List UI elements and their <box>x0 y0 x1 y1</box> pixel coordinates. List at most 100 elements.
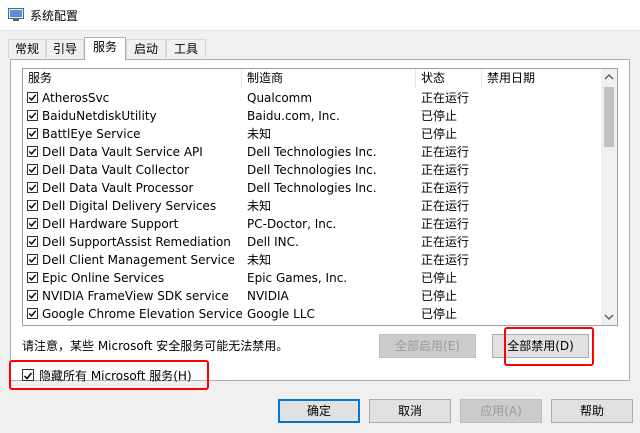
check-icon <box>28 238 37 245</box>
service-name: Dell Data Vault Processor <box>42 181 194 195</box>
service-name: NVIDIA FrameView SDK service <box>42 289 229 303</box>
service-name: AtherosSvc <box>42 91 110 105</box>
window-title: 系统配置 <box>30 9 79 23</box>
service-checkbox[interactable] <box>27 146 38 157</box>
service-manufacturer: Epic Games, Inc. <box>247 271 348 285</box>
service-checkbox[interactable] <box>27 110 38 121</box>
service-checkbox[interactable] <box>27 182 38 193</box>
service-row[interactable]: Dell Data Vault Processor Dell Technologi… <box>23 179 603 197</box>
column-status[interactable]: 状态 <box>416 69 482 88</box>
service-manufacturer: 未知 <box>247 253 272 267</box>
check-icon <box>28 202 37 209</box>
column-disabled-date[interactable]: 禁用日期 <box>482 69 603 88</box>
service-status: 已停止 <box>421 271 458 285</box>
check-icon <box>28 166 37 173</box>
service-checkbox[interactable] <box>27 254 38 265</box>
service-row[interactable]: Dell Client Management Service 未知 正在运行 <box>23 251 603 269</box>
apply-button[interactable]: 应用(A) <box>460 399 542 423</box>
service-row[interactable]: AtherosSvc Qualcomm 正在运行 <box>23 89 603 107</box>
check-icon <box>28 130 37 137</box>
service-row[interactable]: Dell Data Vault Collector Dell Technologi… <box>23 161 603 179</box>
service-checkbox[interactable] <box>27 200 38 211</box>
system-config-icon <box>8 8 24 21</box>
service-manufacturer: Dell Technologies Inc. <box>247 163 377 177</box>
service-status: 正在运行 <box>421 253 470 267</box>
service-row[interactable]: Dell Digital Delivery Services 未知 正在运行 <box>23 197 603 215</box>
service-name: Dell Digital Delivery Services <box>42 199 217 213</box>
service-manufacturer: Google LLC <box>247 307 315 321</box>
column-service[interactable]: 服务 <box>23 69 242 88</box>
service-checkbox[interactable] <box>27 308 38 319</box>
service-manufacturer: PC-Doctor, Inc. <box>247 217 337 231</box>
tab-startup[interactable]: 启动 <box>126 39 166 58</box>
service-checkbox[interactable] <box>27 236 38 247</box>
service-name: Google Chrome Elevation Service (... <box>42 307 242 321</box>
column-manufacturer[interactable]: 制造商 <box>242 69 416 88</box>
service-manufacturer: Dell Technologies Inc. <box>247 145 377 159</box>
ok-button[interactable]: 确定 <box>278 399 360 423</box>
service-checkbox[interactable] <box>27 128 38 139</box>
service-manufacturer: 未知 <box>247 127 272 141</box>
service-checkbox[interactable] <box>27 164 38 175</box>
service-name: Dell Client Management Service <box>42 253 235 267</box>
service-row[interactable]: Epic Online Services Epic Games, Inc. 已停止 <box>23 269 603 287</box>
check-icon <box>23 372 33 380</box>
service-manufacturer: Dell INC. <box>247 235 299 249</box>
scrollbar-thumb[interactable] <box>604 87 614 147</box>
tab-general[interactable]: 常规 <box>8 39 46 58</box>
scroll-down-icon[interactable] <box>601 309 617 325</box>
check-icon <box>28 184 37 191</box>
service-status: 已停止 <box>421 127 458 141</box>
service-checkbox[interactable] <box>27 290 38 301</box>
tab-boot[interactable]: 引导 <box>46 39 84 58</box>
service-status: 已停止 <box>421 289 458 303</box>
title-bar: 系统配置 <box>0 0 640 31</box>
hide-ms-label: 隐藏所有 Microsoft 服务(H) <box>39 369 192 383</box>
list-header: 服务 制造商 状态 禁用日期 <box>23 69 603 88</box>
check-icon <box>28 94 37 101</box>
service-row[interactable]: BaiduNetdiskUtility Baidu.com, Inc. 已停止 <box>23 107 603 125</box>
service-name: Dell SupportAssist Remediation <box>42 235 231 249</box>
tab-services[interactable]: 服务 <box>84 37 126 60</box>
service-status: 正在运行 <box>421 163 470 177</box>
scroll-up-icon[interactable] <box>601 69 617 85</box>
service-row[interactable]: Dell Hardware Support PC-Doctor, Inc. 正在运行 <box>23 215 603 233</box>
service-status: 正在运行 <box>421 199 470 213</box>
service-checkbox[interactable] <box>27 92 38 103</box>
service-status: 正在运行 <box>421 91 470 105</box>
service-checkbox[interactable] <box>27 272 38 283</box>
ms-service-notice: 请注意，某些 Microsoft 安全服务可能无法禁用。 <box>22 339 289 353</box>
vertical-scrollbar[interactable] <box>601 69 617 325</box>
help-button[interactable]: 帮助 <box>551 399 633 423</box>
service-status: 正在运行 <box>421 181 470 195</box>
disable-all-button[interactable]: 全部禁用(D) <box>492 334 589 358</box>
service-name: Dell Hardware Support <box>42 217 179 231</box>
service-manufacturer: Qualcomm <box>247 91 313 105</box>
check-icon <box>28 292 37 299</box>
service-row[interactable]: Dell Data Vault Service API Dell Technolo… <box>23 143 603 161</box>
service-checkbox[interactable] <box>27 218 38 229</box>
check-icon <box>28 112 37 119</box>
tab-tools[interactable]: 工具 <box>166 39 206 58</box>
cancel-button[interactable]: 取消 <box>369 399 451 423</box>
service-name: BattlEye Service <box>42 127 141 141</box>
service-row[interactable]: BattlEye Service 未知 已停止 <box>23 125 603 143</box>
checkbox[interactable] <box>22 369 34 381</box>
enable-all-button[interactable]: 全部启用(E) <box>379 334 476 358</box>
service-name: BaiduNetdiskUtility <box>42 109 157 123</box>
service-manufacturer: 未知 <box>247 199 272 213</box>
services-list[interactable]: 服务 制造商 状态 禁用日期 AtherosSvc Qualcomm 正在运行 Bai… <box>22 68 618 326</box>
check-icon <box>28 310 37 317</box>
check-icon <box>28 274 37 281</box>
service-row[interactable]: Dell SupportAssist Remediation Dell INC. 正… <box>23 233 603 251</box>
check-icon <box>28 148 37 155</box>
service-status: 正在运行 <box>421 145 470 159</box>
service-row[interactable]: Google Chrome Elevation Service (... Goog… <box>23 305 603 323</box>
service-manufacturer: Dell Technologies Inc. <box>247 181 377 195</box>
check-icon <box>28 220 37 227</box>
service-status: 正在运行 <box>421 217 470 231</box>
service-status: 已停止 <box>421 109 458 123</box>
service-row[interactable]: NVIDIA FrameView SDK service NVIDIA 已停止 <box>23 287 603 305</box>
check-icon <box>28 256 37 263</box>
service-status: 正在运行 <box>421 235 470 249</box>
